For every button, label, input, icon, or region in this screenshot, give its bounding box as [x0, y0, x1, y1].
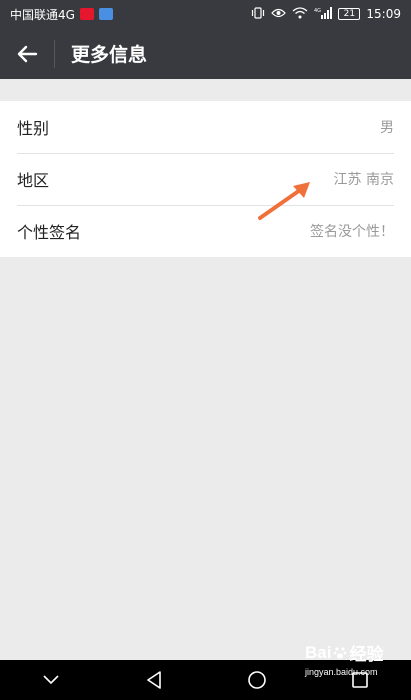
battery-icon: 21 [338, 8, 361, 20]
header-divider [54, 39, 55, 68]
vibrate-icon [251, 6, 265, 22]
row-gender[interactable]: 性别 男 [0, 101, 411, 153]
weibo-notification-icon [79, 8, 94, 20]
row-label: 性别 [17, 119, 50, 138]
info-list: 性别 男 地区 江苏 南京 个性签名 签名没个性！ [0, 101, 411, 257]
status-bar: 中国联通4G 4G 21 15:09 [0, 0, 411, 28]
back-button[interactable] [0, 28, 54, 79]
watermark-brand-a: Bai [305, 642, 332, 662]
nav-home-button[interactable] [242, 665, 272, 695]
battery-level: 21 [343, 8, 356, 19]
watermark-brand-b: 经验 [349, 645, 384, 664]
row-region[interactable]: 地区 江苏 南京 [0, 153, 411, 205]
svg-text:4G: 4G [314, 8, 321, 14]
row-value: 签名没个性！ [310, 224, 394, 240]
hide-nav-button[interactable] [36, 665, 66, 695]
triangle-back-icon [147, 671, 161, 689]
row-value: 江苏 南京 [333, 172, 394, 188]
chevron-down-icon [43, 675, 59, 685]
back-arrow-icon [17, 45, 38, 62]
row-signature[interactable]: 个性签名 签名没个性！ [0, 205, 411, 257]
eye-icon [271, 7, 287, 22]
clock: 15:09 [366, 7, 401, 21]
row-value: 男 [380, 120, 394, 136]
baidu-jingyan-watermark: Bai 经验 jingyan.baidu.com [305, 640, 409, 692]
row-label: 个性签名 [17, 223, 82, 242]
wifi-icon [292, 6, 308, 22]
paw-icon [334, 646, 347, 659]
annotation-arrow-icon [258, 182, 310, 220]
qq-notification-icon [98, 8, 113, 20]
watermark-url: jingyan.baidu.com [305, 667, 378, 677]
signal-icon: 4G [314, 6, 333, 22]
page-title: 更多信息 [71, 44, 148, 66]
nav-back-button[interactable] [139, 665, 169, 695]
row-label: 地区 [17, 171, 50, 190]
circle-home-icon [248, 671, 266, 689]
carrier-label: 中国联通4G [10, 7, 75, 22]
top-app-bar: 更多信息 [0, 28, 411, 79]
